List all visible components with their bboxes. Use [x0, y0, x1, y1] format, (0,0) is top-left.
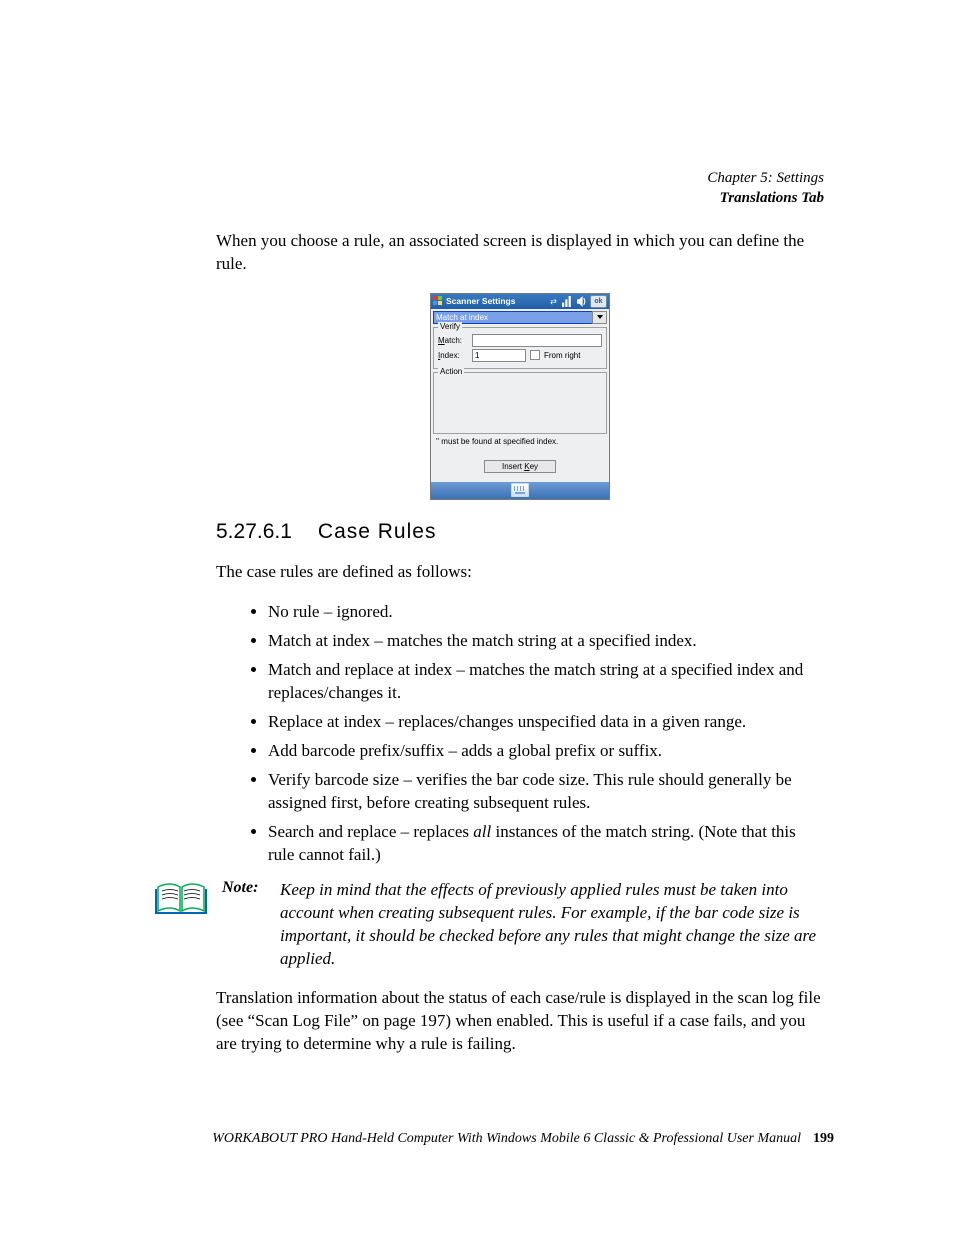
- chevron-down-icon[interactable]: [592, 311, 607, 324]
- from-right-checkbox[interactable]: [530, 350, 540, 360]
- ok-button[interactable]: ok: [590, 295, 607, 308]
- keyboard-icon[interactable]: [511, 483, 529, 497]
- intro-paragraph: When you choose a rule, an associated sc…: [216, 230, 824, 276]
- note-body: Keep in mind that the effects of previou…: [280, 879, 824, 971]
- list-item: Replace at index – replaces/changes unsp…: [268, 711, 824, 734]
- footer-text: WORKABOUT PRO Hand-Held Computer With Wi…: [212, 1131, 801, 1147]
- window-title: Scanner Settings: [446, 296, 545, 306]
- section-heading: 5.27.6.1 Case Rules: [216, 520, 824, 544]
- verify-legend: Verify: [438, 322, 462, 331]
- page-footer: WORKABOUT PRO Hand-Held Computer With Wi…: [150, 1131, 834, 1147]
- book-icon: [154, 879, 208, 920]
- windows-flag-icon: [433, 296, 443, 306]
- verify-panel: Verify Match: Index: 1 From right: [433, 327, 607, 369]
- match-input[interactable]: [472, 334, 602, 347]
- list-item: Verify barcode size – verifies the bar c…: [268, 769, 824, 815]
- index-label: Index:: [438, 351, 468, 360]
- rules-list: No rule – ignored. Match at index – matc…: [246, 601, 824, 866]
- action-legend: Action: [438, 367, 464, 376]
- note-label: Note:: [222, 879, 280, 971]
- list-item: Match at index – matches the match strin…: [268, 630, 824, 653]
- note-block: Note: Keep in mind that the effects of p…: [154, 879, 824, 971]
- volume-icon[interactable]: [576, 296, 587, 307]
- sync-icon[interactable]: ⇄: [548, 296, 559, 307]
- window-titlebar: Scanner Settings ⇄ ok: [431, 294, 609, 309]
- section-title: Case Rules: [318, 520, 437, 543]
- signal-icon[interactable]: [562, 296, 573, 307]
- match-label: Match:: [438, 336, 468, 345]
- index-input[interactable]: 1: [472, 349, 526, 362]
- list-item: No rule – ignored.: [268, 601, 824, 624]
- action-panel: Action: [433, 372, 607, 434]
- list-item: Search and replace – replaces all instan…: [268, 821, 824, 867]
- list-item: Match and replace at index – matches the…: [268, 659, 824, 705]
- from-right-label: From right: [544, 351, 580, 360]
- embedded-screenshot: Scanner Settings ⇄ ok Match at index Ver…: [216, 293, 824, 503]
- list-item: Add barcode prefix/suffix – adds a globa…: [268, 740, 824, 763]
- closing-paragraph: Translation information about the status…: [216, 987, 824, 1056]
- section-number: 5.27.6.1: [216, 520, 292, 543]
- insert-key-button[interactable]: Insert Key: [484, 460, 556, 473]
- page-number: 199: [813, 1131, 834, 1147]
- list-intro: The case rules are defined as follows:: [216, 561, 824, 584]
- sip-toolbar: [431, 482, 609, 499]
- hint-text: '' must be found at specified index.: [436, 437, 604, 446]
